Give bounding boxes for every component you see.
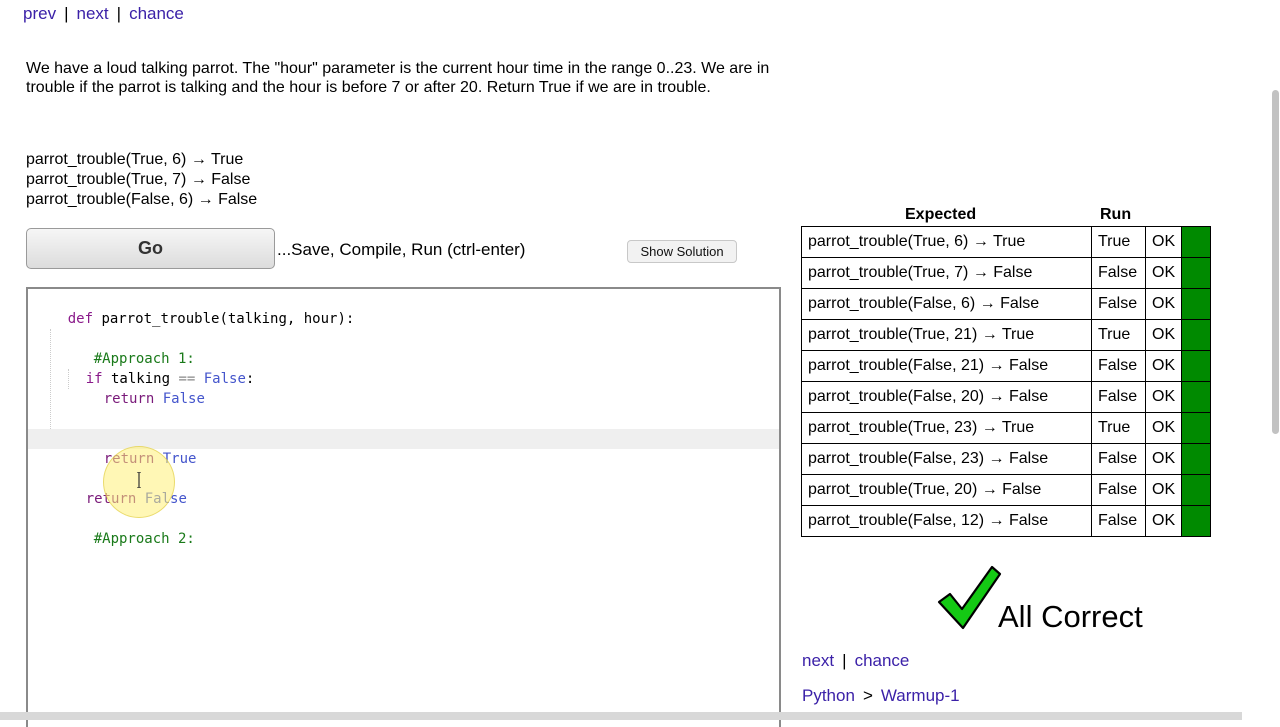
example-line: parrot_trouble(True, 6) → True [26, 151, 244, 168]
code-line: if talking == False: [85, 371, 255, 387]
status-cell: OK [1144, 505, 1183, 537]
table-row: parrot_trouble(True, 6) → True True OK [801, 226, 1212, 258]
run-cell: True [1091, 412, 1146, 444]
status-cell: OK [1144, 474, 1183, 506]
problem-description: We have a loud talking parrot. The "hour… [26, 60, 770, 96]
pass-indicator [1181, 443, 1212, 475]
nav-separator: | [116, 4, 122, 23]
example-line: parrot_trouble(False, 6) → False [26, 191, 258, 208]
run-cell: True [1091, 319, 1146, 351]
run-cell: False [1091, 381, 1146, 413]
pass-indicator [1181, 257, 1212, 289]
expected-cell: parrot_trouble(False, 20) → False [801, 381, 1092, 413]
code-line: if hour < 7 or hour > 20: [28, 409, 779, 447]
example-line: parrot_trouble(True, 7) → False [26, 171, 251, 188]
status-cell: OK [1144, 257, 1183, 289]
status-cell: OK [1144, 381, 1183, 413]
status-cell: OK [1144, 226, 1183, 258]
expected-cell: parrot_trouble(False, 6) → False [801, 288, 1092, 320]
table-row: parrot_trouble(True, 21) → True True OK [801, 319, 1212, 351]
expected-header: Expected [905, 206, 977, 223]
status-cell: OK [1144, 350, 1183, 382]
table-row: parrot_trouble(False, 21) → False False OK [801, 350, 1212, 382]
horizontal-scrollbar[interactable] [0, 712, 1242, 720]
table-row: parrot_trouble(True, 23) → True True OK [801, 412, 1212, 444]
pass-indicator [1181, 412, 1212, 444]
table-row: parrot_trouble(True, 7) → False False OK [801, 257, 1212, 289]
pass-indicator [1181, 381, 1212, 413]
breadcrumb-warmup-link[interactable]: Warmup-1 [881, 686, 960, 705]
code-line: return False [103, 391, 205, 407]
run-cell: False [1091, 257, 1146, 289]
save-compile-run-hint: ...Save, Compile, Run (ctrl-enter) [277, 240, 526, 259]
pass-indicator [1181, 319, 1212, 351]
status-cell: OK [1144, 288, 1183, 320]
pass-indicator [1181, 474, 1212, 506]
show-solution-button[interactable]: Show Solution [627, 240, 737, 263]
breadcrumb-python-link[interactable]: Python [802, 686, 855, 705]
breadcrumb-separator: > [862, 686, 873, 705]
top-nav: prev | next | chance [23, 4, 184, 24]
pass-indicator [1181, 505, 1212, 537]
nav-separator: | [64, 4, 69, 23]
text-cursor-icon [137, 472, 141, 488]
status-cell: OK [1144, 443, 1183, 475]
code-line: #Approach 1: [93, 351, 195, 367]
pass-indicator [1181, 288, 1212, 320]
status-cell: OK [1144, 412, 1183, 444]
scrollbar-thumb[interactable] [1272, 90, 1279, 434]
pass-indicator [1181, 350, 1212, 382]
chance-link[interactable]: chance [855, 651, 910, 670]
all-correct-message: All Correct [998, 599, 1143, 634]
check-icon [937, 565, 1002, 630]
run-cell: True [1091, 226, 1146, 258]
results-table: parrot_trouble(True, 6) → True True OK par… [801, 226, 1212, 537]
pass-indicator [1181, 226, 1212, 258]
run-cell: False [1091, 288, 1146, 320]
table-row: parrot_trouble(False, 6) → False False OK [801, 288, 1212, 320]
expected-cell: parrot_trouble(True, 20) → False [801, 474, 1092, 506]
expected-cell: parrot_trouble(False, 12) → False [801, 505, 1092, 537]
table-row: parrot_trouble(False, 20) → False False OK [801, 381, 1212, 413]
table-row: parrot_trouble(False, 12) → False False OK [801, 505, 1212, 537]
expected-cell: parrot_trouble(True, 6) → True [801, 226, 1092, 258]
run-cell: False [1091, 443, 1146, 475]
expected-cell: parrot_trouble(True, 23) → True [801, 412, 1092, 444]
run-cell: False [1091, 505, 1146, 537]
code-line: def parrot_trouble(talking, hour): [67, 311, 355, 327]
run-header: Run [1100, 206, 1132, 223]
status-cell: OK [1144, 319, 1183, 351]
expected-cell: parrot_trouble(False, 21) → False [801, 350, 1092, 382]
expected-cell: parrot_trouble(False, 23) → False [801, 443, 1092, 475]
examples: parrot_trouble(True, 6) → True parrot_tr… [26, 150, 257, 210]
go-button[interactable]: Go [26, 228, 275, 269]
next-link[interactable]: next [77, 4, 109, 23]
next-link[interactable]: next [802, 651, 834, 670]
prev-link[interactable]: prev [23, 4, 56, 23]
expected-cell: parrot_trouble(True, 21) → True [801, 319, 1092, 351]
run-cell: False [1091, 350, 1146, 382]
table-row: parrot_trouble(True, 20) → False False OK [801, 474, 1212, 506]
breadcrumb: Python > Warmup-1 [802, 686, 960, 706]
expected-cell: parrot_trouble(True, 7) → False [801, 257, 1092, 289]
run-cell: False [1091, 474, 1146, 506]
chance-link[interactable]: chance [129, 4, 184, 23]
vertical-scrollbar[interactable] [1270, 0, 1280, 720]
table-row: parrot_trouble(False, 23) → False False OK [801, 443, 1212, 475]
nav-separator: | [842, 651, 847, 670]
bottom-nav: next | chance [802, 651, 909, 671]
